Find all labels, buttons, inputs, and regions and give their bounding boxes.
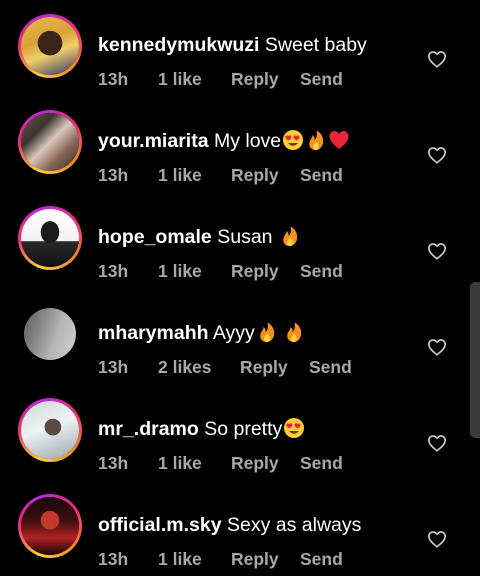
- reply-button[interactable]: Reply: [231, 69, 279, 89]
- reply-button[interactable]: Reply: [231, 549, 279, 569]
- timestamp: 13h: [98, 261, 129, 281]
- comment-text-line: kennedymukwuzi Sweet baby: [98, 33, 367, 57]
- send-button[interactable]: Send: [300, 453, 343, 473]
- likes-count[interactable]: 2 likes: [158, 357, 212, 377]
- send-button[interactable]: Send: [300, 165, 343, 185]
- like-heart-icon[interactable]: [427, 530, 447, 548]
- timestamp: 13h: [98, 549, 129, 569]
- comment-item: mr_.dramo So pretty 13h 1 like Reply Sen…: [0, 384, 480, 480]
- comment-text: Sexy as always: [226, 514, 362, 536]
- comment-text-line: mharymahh Ayyy: [98, 321, 305, 345]
- avatar[interactable]: [18, 14, 82, 78]
- timestamp: 13h: [98, 357, 129, 377]
- avatar[interactable]: [18, 398, 82, 462]
- send-button[interactable]: Send: [309, 357, 352, 377]
- like-heart-icon[interactable]: [427, 50, 447, 68]
- fire-emoji: [287, 322, 302, 342]
- fire-emoji: [309, 130, 324, 150]
- comment-text: Ayyy: [212, 322, 255, 344]
- reply-button[interactable]: Reply: [231, 165, 279, 185]
- comment-text: So pretty: [204, 418, 283, 440]
- likes-count[interactable]: 1 like: [158, 261, 202, 281]
- fire-emoji: [283, 226, 298, 246]
- username-link[interactable]: official.m.sky: [98, 514, 222, 536]
- comment-item: your.miarita My love 13h 1 like Reply Se…: [0, 96, 480, 192]
- send-button[interactable]: Send: [300, 69, 343, 89]
- comment-text: My love: [213, 130, 282, 152]
- username-link[interactable]: mharymahh: [98, 322, 209, 344]
- username-link[interactable]: your.miarita: [98, 130, 209, 152]
- timestamp: 13h: [98, 69, 129, 89]
- comment-text: Sweet baby: [264, 34, 367, 56]
- like-heart-icon[interactable]: [427, 146, 447, 164]
- reply-button[interactable]: Reply: [231, 453, 279, 473]
- heart-eyes-emoji: [284, 418, 305, 438]
- like-heart-icon[interactable]: [427, 434, 447, 452]
- send-button[interactable]: Send: [300, 261, 343, 281]
- comment-text-line: official.m.sky Sexy as always: [98, 513, 361, 537]
- avatar[interactable]: [18, 110, 82, 174]
- comment-text: Susan: [217, 226, 278, 248]
- avatar[interactable]: [18, 302, 82, 366]
- username-link[interactable]: mr_.dramo: [98, 418, 199, 440]
- reply-button[interactable]: Reply: [240, 357, 288, 377]
- comment-item: hope_omale Susan 13h 1 like Reply Send: [0, 192, 480, 288]
- username-link[interactable]: hope_omale: [98, 226, 212, 248]
- like-heart-icon[interactable]: [427, 242, 447, 260]
- heart-eyes-emoji: [283, 130, 304, 150]
- comment-item: kennedymukwuzi Sweet baby 13h 1 like Rep…: [0, 0, 480, 96]
- avatar[interactable]: [18, 206, 82, 270]
- comment-text-line: hope_omale Susan: [98, 225, 301, 249]
- likes-count[interactable]: 1 like: [158, 69, 202, 89]
- username-link[interactable]: kennedymukwuzi: [98, 34, 259, 56]
- red-heart-emoji: [329, 131, 349, 149]
- likes-count[interactable]: 1 like: [158, 165, 202, 185]
- comment-item: mharymahh Ayyy 13h 2 likes Reply Send: [0, 288, 480, 384]
- timestamp: 13h: [98, 453, 129, 473]
- comment-item: official.m.sky Sexy as always 13h 1 like…: [0, 480, 480, 576]
- scrollbar[interactable]: [470, 282, 480, 438]
- comment-text-line: your.miarita My love: [98, 129, 350, 153]
- likes-count[interactable]: 1 like: [158, 549, 202, 569]
- fire-emoji: [260, 322, 275, 342]
- avatar[interactable]: [18, 494, 82, 558]
- reply-button[interactable]: Reply: [231, 261, 279, 281]
- like-heart-icon[interactable]: [427, 338, 447, 356]
- likes-count[interactable]: 1 like: [158, 453, 202, 473]
- comment-text-line: mr_.dramo So pretty: [98, 417, 305, 441]
- send-button[interactable]: Send: [300, 549, 343, 569]
- timestamp: 13h: [98, 165, 129, 185]
